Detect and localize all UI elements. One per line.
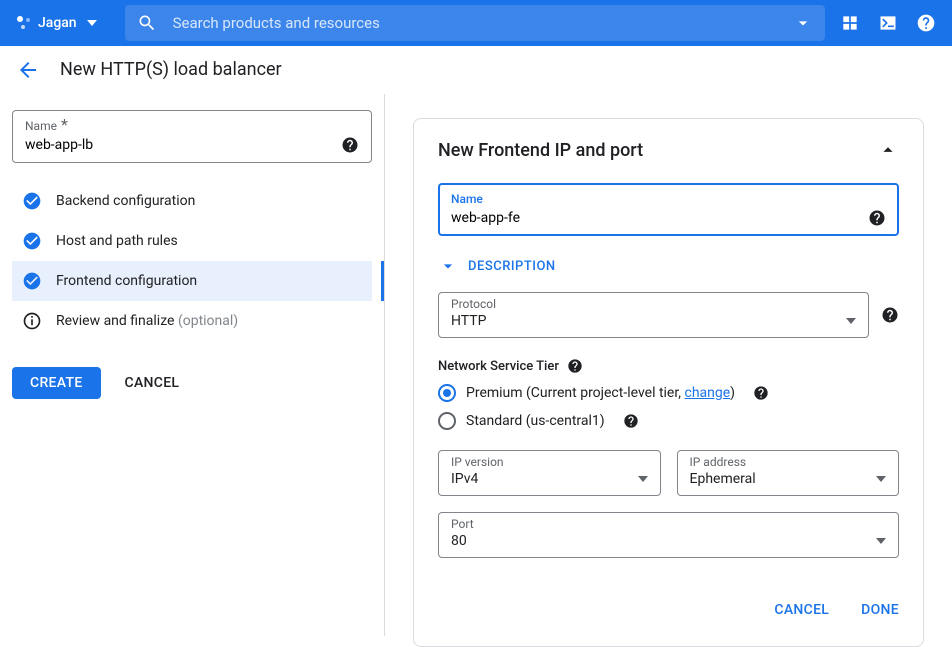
- ipversion-label: IP version: [451, 455, 648, 469]
- fe-name-field[interactable]: Name: [438, 183, 899, 236]
- right-panel: New Frontend IP and port Name DESCRIPTIO…: [385, 94, 952, 636]
- ipaddress-label: IP address: [690, 455, 887, 469]
- ipversion-value: IPv4: [451, 471, 478, 487]
- chevron-up-icon[interactable]: [877, 139, 899, 161]
- tier-standard-radio[interactable]: Standard (us-central1): [438, 412, 899, 430]
- protocol-label: Protocol: [451, 297, 856, 311]
- tier-standard-label: Standard (us-central1): [466, 413, 605, 429]
- lb-name-label: Name: [25, 119, 57, 133]
- topbar: Jagan: [0, 0, 952, 46]
- check-circle-icon: [22, 271, 42, 291]
- help-icon[interactable]: [868, 209, 886, 227]
- help-icon[interactable]: [916, 13, 936, 33]
- gift-icon[interactable]: [840, 13, 860, 33]
- description-label: DESCRIPTION: [468, 259, 556, 274]
- help-icon[interactable]: [341, 136, 359, 154]
- action-buttons: CREATE CANCEL: [12, 367, 372, 399]
- step-label: Host and path rules: [56, 233, 178, 249]
- protocol-row: Protocol HTTP: [438, 292, 899, 338]
- card-done-button[interactable]: DONE: [861, 602, 899, 618]
- step-label: Review and finalize (optional): [56, 313, 238, 329]
- check-circle-icon: [22, 191, 42, 211]
- cancel-button[interactable]: CANCEL: [125, 375, 180, 391]
- left-panel: Name * Backend configuration Host and pat…: [0, 94, 385, 636]
- description-toggle[interactable]: DESCRIPTION: [438, 256, 899, 276]
- topbar-actions: [840, 13, 936, 33]
- tier-change-link[interactable]: change: [684, 385, 730, 401]
- info-circle-icon: [22, 311, 42, 331]
- port-value: 80: [451, 533, 467, 549]
- help-icon[interactable]: [567, 358, 583, 374]
- card-title: New Frontend IP and port: [438, 140, 643, 161]
- search-bar[interactable]: [125, 5, 825, 41]
- caret-down-icon: [87, 20, 97, 26]
- check-circle-icon: [22, 231, 42, 251]
- step-label: Backend configuration: [56, 193, 195, 209]
- port-label: Port: [451, 517, 886, 531]
- create-button[interactable]: CREATE: [12, 367, 101, 399]
- required-mark: *: [61, 115, 68, 134]
- content: Name * Backend configuration Host and pat…: [0, 94, 952, 636]
- card-cancel-button[interactable]: CANCEL: [774, 602, 829, 618]
- protocol-select[interactable]: Protocol HTTP: [438, 292, 869, 338]
- lb-name-field[interactable]: Name *: [12, 110, 372, 163]
- help-icon[interactable]: [881, 306, 899, 324]
- step-frontend[interactable]: Frontend configuration: [12, 261, 372, 301]
- ip-row: IP version IPv4 IP address Ephemeral: [438, 450, 899, 496]
- gcp-logo-icon: [16, 15, 32, 31]
- dropdown-arrow-icon: [876, 538, 886, 544]
- tier-label: Network Service Tier: [438, 358, 899, 374]
- dropdown-arrow-icon: [638, 476, 648, 482]
- cloud-shell-icon[interactable]: [878, 13, 898, 33]
- protocol-value: HTTP: [451, 313, 486, 329]
- ipversion-select[interactable]: IP version IPv4: [438, 450, 661, 496]
- step-review[interactable]: Review and finalize (optional): [12, 301, 372, 341]
- fe-name-input[interactable]: [451, 210, 868, 226]
- page-header: New HTTP(S) load balancer: [0, 46, 952, 94]
- ipaddress-value: Ephemeral: [690, 471, 756, 487]
- fe-name-label: Name: [451, 192, 483, 206]
- step-backend[interactable]: Backend configuration: [12, 181, 372, 221]
- tier-premium-radio[interactable]: Premium (Current project-level tier, cha…: [438, 384, 899, 402]
- ipaddress-select[interactable]: IP address Ephemeral: [677, 450, 900, 496]
- chevron-down-icon: [438, 256, 458, 276]
- page-title: New HTTP(S) load balancer: [60, 59, 282, 80]
- back-arrow-icon[interactable]: [16, 58, 40, 82]
- dropdown-arrow-icon: [846, 318, 856, 324]
- frontend-card: New Frontend IP and port Name DESCRIPTIO…: [413, 118, 924, 647]
- steps-list: Backend configuration Host and path rule…: [12, 181, 372, 341]
- card-actions: CANCEL DONE: [438, 602, 899, 618]
- help-icon[interactable]: [623, 413, 639, 429]
- radio-unchecked-icon: [438, 412, 456, 430]
- card-header: New Frontend IP and port: [438, 139, 899, 161]
- search-icon: [137, 13, 157, 33]
- step-host-path[interactable]: Host and path rules: [12, 221, 372, 261]
- tier-premium-label: Premium (Current project-level tier, cha…: [466, 385, 735, 401]
- port-select[interactable]: Port 80: [438, 512, 899, 558]
- project-name: Jagan: [38, 15, 77, 31]
- dropdown-arrow-icon: [876, 476, 886, 482]
- search-input[interactable]: [173, 14, 777, 32]
- chevron-down-icon[interactable]: [793, 13, 813, 33]
- help-icon[interactable]: [753, 385, 769, 401]
- port-row: Port 80: [438, 512, 899, 558]
- step-label: Frontend configuration: [56, 273, 197, 289]
- radio-checked-icon: [438, 384, 456, 402]
- project-selector[interactable]: Jagan: [16, 15, 97, 31]
- lb-name-input[interactable]: [25, 137, 341, 153]
